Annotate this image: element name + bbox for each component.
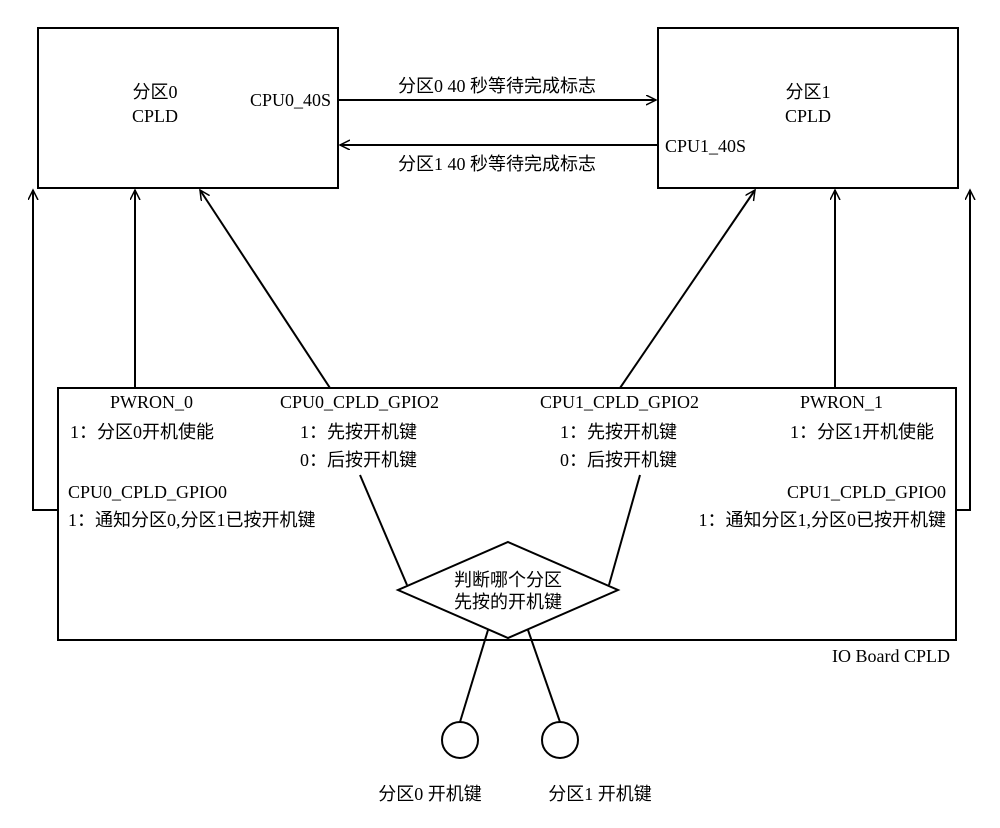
- io-board-label: IO Board CPLD: [832, 646, 950, 666]
- arrow-cpu0-gpio0: [33, 190, 58, 510]
- pwron0-label: PWRON_0: [110, 392, 193, 412]
- cpu1-gpio0-label: CPU1_CPLD_GPIO0: [787, 482, 946, 502]
- arrow-cpu1-gpio0: [956, 190, 970, 510]
- pwron1-label: PWRON_1: [800, 392, 883, 412]
- cpu0-gpio0-label: CPU0_CPLD_GPIO0: [68, 482, 227, 502]
- button0-label: 分区0 开机键: [378, 784, 482, 804]
- cpu1-gpio2-d0: 0：后按开机键: [560, 450, 677, 470]
- button1-circle[interactable]: [542, 722, 578, 758]
- cpu0-gpio2-d0: 0：后按开机键: [300, 450, 417, 470]
- line-btn1: [528, 630, 560, 722]
- cpu0-40s-desc: 分区0 40 秒等待完成标志: [398, 76, 596, 96]
- partition1-line2: CPLD: [785, 106, 831, 126]
- cpu1-gpio2-d1: 1：先按开机键: [560, 422, 677, 442]
- decision-line1: 判断哪个分区: [454, 570, 562, 590]
- partition0-line2: CPLD: [132, 106, 178, 126]
- cpu1-gpio2-label: CPU1_CPLD_GPIO2: [540, 392, 699, 412]
- pwron1-desc: 1：分区1开机使能: [790, 422, 934, 442]
- arrow-cpu0-gpio2: [200, 190, 330, 388]
- decision-diamond: [398, 542, 618, 638]
- cpu1-40s-desc: 分区1 40 秒等待完成标志: [398, 154, 596, 174]
- line-btn0: [460, 630, 488, 722]
- partition1-line1: 分区1: [786, 82, 831, 102]
- cpu0-gpio2-label: CPU0_CPLD_GPIO2: [280, 392, 439, 412]
- cpu1-gpio0-desc: 1：通知分区1,分区0已按开机键: [699, 510, 947, 530]
- button0-circle[interactable]: [442, 722, 478, 758]
- cpu0-40s-label: CPU0_40S: [250, 90, 331, 110]
- button1-label: 分区1 开机键: [548, 784, 652, 804]
- diagram-canvas: 分区0 CPLD 分区1 CPLD CPU0_40S 分区0 40 秒等待完成标…: [0, 0, 1000, 828]
- cpu0-gpio2-d1: 1：先按开机键: [300, 422, 417, 442]
- pwron0-desc: 1：分区0开机使能: [70, 422, 214, 442]
- line-decision-right: [609, 475, 640, 585]
- line-decision-left: [360, 475, 407, 585]
- decision-line2: 先按的开机键: [454, 592, 562, 612]
- arrow-cpu1-gpio2: [620, 190, 755, 388]
- cpu1-40s-label: CPU1_40S: [665, 136, 746, 156]
- partition0-line1: 分区0: [133, 82, 178, 102]
- cpu0-gpio0-desc: 1：通知分区0,分区1已按开机键: [68, 510, 316, 530]
